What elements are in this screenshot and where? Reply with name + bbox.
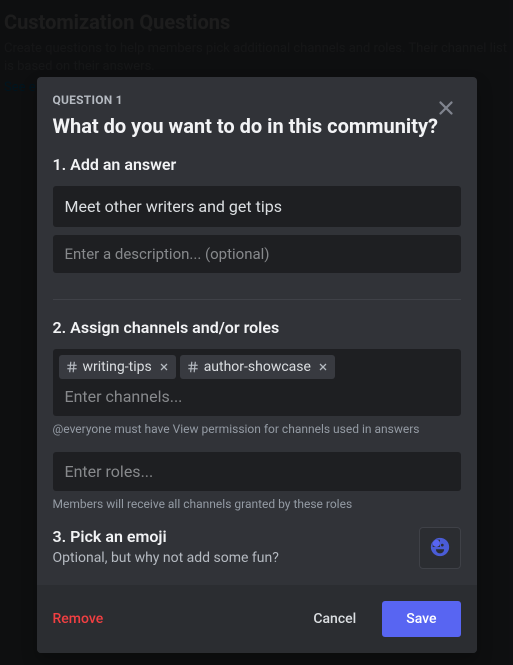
hash-icon	[186, 360, 200, 374]
hash-icon	[65, 360, 79, 374]
remove-tag-icon[interactable]	[317, 361, 329, 373]
channels-input[interactable]	[59, 383, 455, 410]
channels-tag-input[interactable]: writing-tips author-showcase	[53, 349, 461, 416]
save-button[interactable]: Save	[382, 601, 460, 637]
roles-input[interactable]	[59, 458, 455, 485]
modal-footer: Remove Cancel Save	[37, 585, 477, 653]
emoji-subtitle: Optional, but why not add some fun?	[53, 550, 279, 566]
cancel-button[interactable]: Cancel	[295, 601, 374, 637]
section-emoji-title: 3. Pick an emoji	[53, 527, 279, 546]
remove-tag-icon[interactable]	[158, 361, 170, 373]
modal-overlay: QUESTION 1 What do you want to do in thi…	[0, 0, 513, 665]
channels-helper-text: @everyone must have View permission for …	[53, 422, 461, 436]
modal-header: QUESTION 1 What do you want to do in thi…	[37, 77, 477, 155]
question-number-label: QUESTION 1	[53, 93, 461, 107]
roles-helper-text: Members will receive all channels grante…	[53, 497, 461, 511]
emoji-section: 3. Pick an emoji Optional, but why not a…	[53, 527, 461, 569]
answer-input[interactable]	[53, 186, 461, 227]
roles-tag-input[interactable]	[53, 452, 461, 491]
remove-button[interactable]: Remove	[53, 601, 122, 637]
channel-tag-label: writing-tips	[83, 359, 152, 375]
close-button[interactable]	[431, 93, 461, 126]
channel-tag-label: author-showcase	[204, 359, 311, 375]
divider	[53, 299, 461, 300]
close-icon	[435, 97, 457, 122]
section-assign-title: 2. Assign channels and/or roles	[53, 318, 461, 337]
modal-body: 1. Add an answer 2. Assign channels and/…	[37, 155, 477, 585]
channel-tag[interactable]: writing-tips	[59, 355, 176, 379]
question-title: What do you want to do in this community…	[53, 113, 461, 139]
channel-tag[interactable]: author-showcase	[180, 355, 335, 379]
emoji-icon	[429, 536, 451, 561]
question-modal: QUESTION 1 What do you want to do in thi…	[37, 77, 477, 653]
emoji-picker-button[interactable]	[419, 527, 461, 569]
description-input[interactable]	[53, 235, 461, 273]
section-add-answer-title: 1. Add an answer	[53, 155, 461, 174]
